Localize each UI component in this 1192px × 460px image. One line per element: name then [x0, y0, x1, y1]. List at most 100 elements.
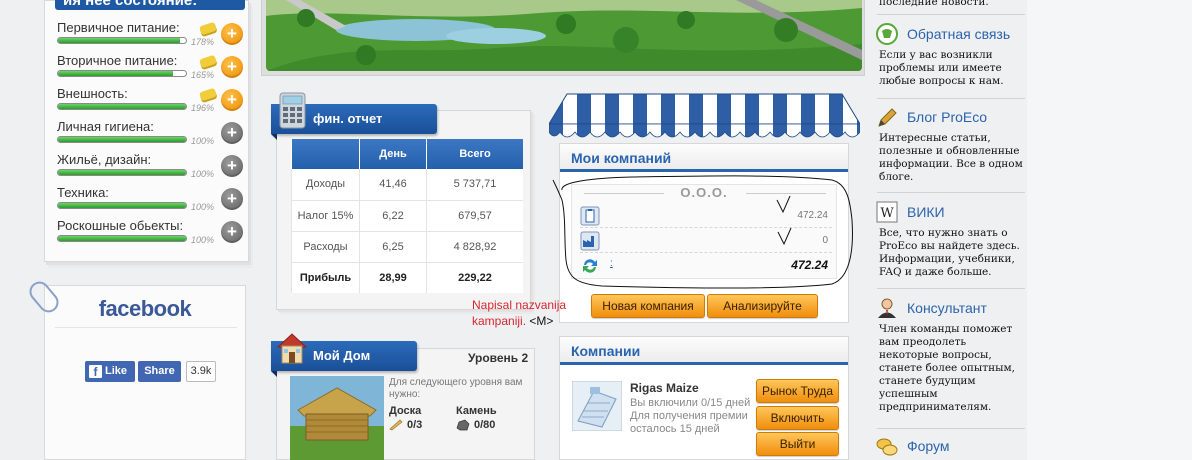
- company-premium: Для получения премии осталось 15 дней: [630, 410, 748, 435]
- add-stat-button[interactable]: +: [221, 221, 243, 243]
- divider: [877, 14, 1025, 15]
- resource-value: 0/3: [407, 419, 423, 431]
- banner: [261, 0, 865, 76]
- cell-day: 41,46: [359, 169, 427, 201]
- facebook-share-button[interactable]: Share: [138, 361, 181, 382]
- row-label: Доходы: [291, 169, 360, 201]
- plank-icon: [389, 419, 403, 431]
- stat-row-housing: Жильё, дизайн: 100% +: [57, 153, 247, 186]
- labor-market-button[interactable]: Рынок Труда: [756, 379, 839, 403]
- new-company-button[interactable]: Новая компания: [591, 294, 705, 318]
- row-label: Налог 15%: [291, 200, 360, 232]
- add-stat-button[interactable]: +: [221, 122, 243, 144]
- stat-progress-bar: [57, 169, 187, 176]
- svg-text:W: W: [880, 206, 894, 221]
- resource-value: 0/80: [474, 419, 496, 431]
- stat-label: Личная гигиена:: [57, 119, 154, 134]
- cell-total: 4 828,92: [426, 231, 523, 263]
- enable-button[interactable]: Включить: [756, 406, 839, 430]
- stat-row-luxury: Роскошные обьекты: 100% +: [57, 219, 247, 252]
- stat-row-secondary-food: Вторичное питание: 165% +: [57, 54, 247, 87]
- stat-percent: 100%: [191, 202, 215, 212]
- stat-percent: 178%: [191, 37, 215, 47]
- cell-total: 229,22: [426, 261, 523, 293]
- stat-label: Внешность:: [57, 86, 128, 101]
- cell-day: 6,25: [359, 231, 427, 263]
- hut-image: [290, 376, 384, 460]
- cell-total: 5 737,71: [426, 169, 523, 201]
- right-sidebar: последние новости. Обратная связь Если у…: [867, 0, 1027, 460]
- landscape-image: [266, 0, 862, 71]
- stat-label: Жильё, дизайн:: [57, 152, 152, 167]
- divider: [877, 98, 1025, 99]
- stat-label: Вторичное питание:: [57, 53, 178, 68]
- sidebar-text: Все, что нужно знать о ProEco вы найдете…: [879, 227, 1020, 278]
- stat-progress-bar: [57, 235, 187, 242]
- company-name[interactable]: Rigas Maize: [630, 381, 699, 395]
- column-header: День: [359, 139, 427, 169]
- stat-progress-bar: [57, 37, 187, 44]
- divider: [55, 327, 237, 328]
- news-text: последние новости.: [879, 0, 989, 8]
- like-label: Like: [105, 365, 128, 377]
- add-stat-button[interactable]: +: [221, 23, 243, 45]
- stat-progress-bar: [57, 70, 187, 77]
- stat-percent: 100%: [191, 136, 215, 146]
- stat-progress-bar: [57, 202, 187, 209]
- analyze-button[interactable]: Анализируйте: [707, 294, 818, 318]
- divider: [877, 192, 1025, 193]
- add-stat-button[interactable]: +: [221, 56, 243, 78]
- home-level: Уровень 2: [468, 351, 529, 365]
- cell-day: 6,22: [359, 200, 427, 232]
- page-background: [1027, 0, 1192, 460]
- sidebar-link-feedback[interactable]: Обратная связь: [907, 26, 1010, 42]
- exit-button[interactable]: Выйти: [756, 432, 839, 456]
- sidebar-text: Если у вас возникли проблемы или имеете …: [879, 49, 1004, 87]
- annotation-signature: <M>: [529, 314, 554, 328]
- stat-label: Роскошные обьекты:: [57, 218, 184, 233]
- state-panel-title: ия нее состояние:: [55, 0, 245, 10]
- sidebar-text: Интересные статьи, полезные и обновленны…: [879, 132, 1023, 183]
- table-row: Налог 15% 6,22 679,57: [291, 200, 523, 232]
- companies-title: Компании: [560, 337, 848, 365]
- add-stat-button[interactable]: +: [221, 155, 243, 177]
- facebook-share-count: 3.9k: [186, 361, 216, 382]
- stat-progress-bar: [57, 136, 187, 143]
- sidebar-link-consultant[interactable]: Консультант: [907, 300, 987, 316]
- stat-percent: 100%: [191, 169, 215, 179]
- wiki-icon: W: [876, 201, 898, 223]
- add-stat-button[interactable]: +: [221, 89, 243, 111]
- table-row-total: Прибыль 28,99 229,22: [291, 261, 523, 293]
- row-label: Расходы: [291, 231, 360, 263]
- forum-icon: [876, 436, 898, 458]
- add-stat-button[interactable]: +: [221, 188, 243, 210]
- calculator-icon: [279, 92, 306, 129]
- annotation-scribble-icon: [552, 160, 857, 292]
- sidebar-text: Член команды поможет вам преодолеть неко…: [879, 323, 1015, 413]
- resource-label: Камень: [456, 405, 497, 417]
- house-icon: [276, 331, 308, 365]
- state-panel: ия нее состояние: Первичное питание: 178…: [44, 0, 249, 262]
- stat-row-hygiene: Личная гигиена: 100% +: [57, 120, 247, 153]
- sidebar-link-wiki[interactable]: ВИКИ: [907, 204, 945, 220]
- stat-percent: 196%: [191, 103, 215, 113]
- fin-report-table: День Всего Доходы 41,46 5 737,71 Налог 1…: [291, 139, 523, 293]
- shop-awning-icon: [548, 92, 861, 144]
- feedback-icon: [876, 23, 898, 45]
- stat-percent: 165%: [191, 70, 215, 80]
- stat-row-technics: Техника: 100% +: [57, 186, 247, 219]
- column-header: [291, 139, 360, 169]
- blog-icon: [876, 107, 898, 129]
- resource-label: Доска: [389, 405, 422, 417]
- table-row: Расходы 6,25 4 828,92: [291, 231, 523, 263]
- sidebar-link-forum[interactable]: Форум: [907, 438, 950, 454]
- stat-row-primary-food: Первичное питание: 178% +: [57, 21, 247, 54]
- company-logo-image: [571, 380, 623, 432]
- divider: [877, 428, 1025, 429]
- stat-row-appearance: Внешность: 196% +: [57, 87, 247, 120]
- sidebar-link-blog[interactable]: Блог ProEco: [907, 109, 987, 125]
- stone-icon: [456, 419, 470, 431]
- column-header: Всего: [426, 139, 523, 169]
- facebook-like-button[interactable]: f Like: [85, 361, 135, 382]
- cell-day: 28,99: [359, 261, 427, 293]
